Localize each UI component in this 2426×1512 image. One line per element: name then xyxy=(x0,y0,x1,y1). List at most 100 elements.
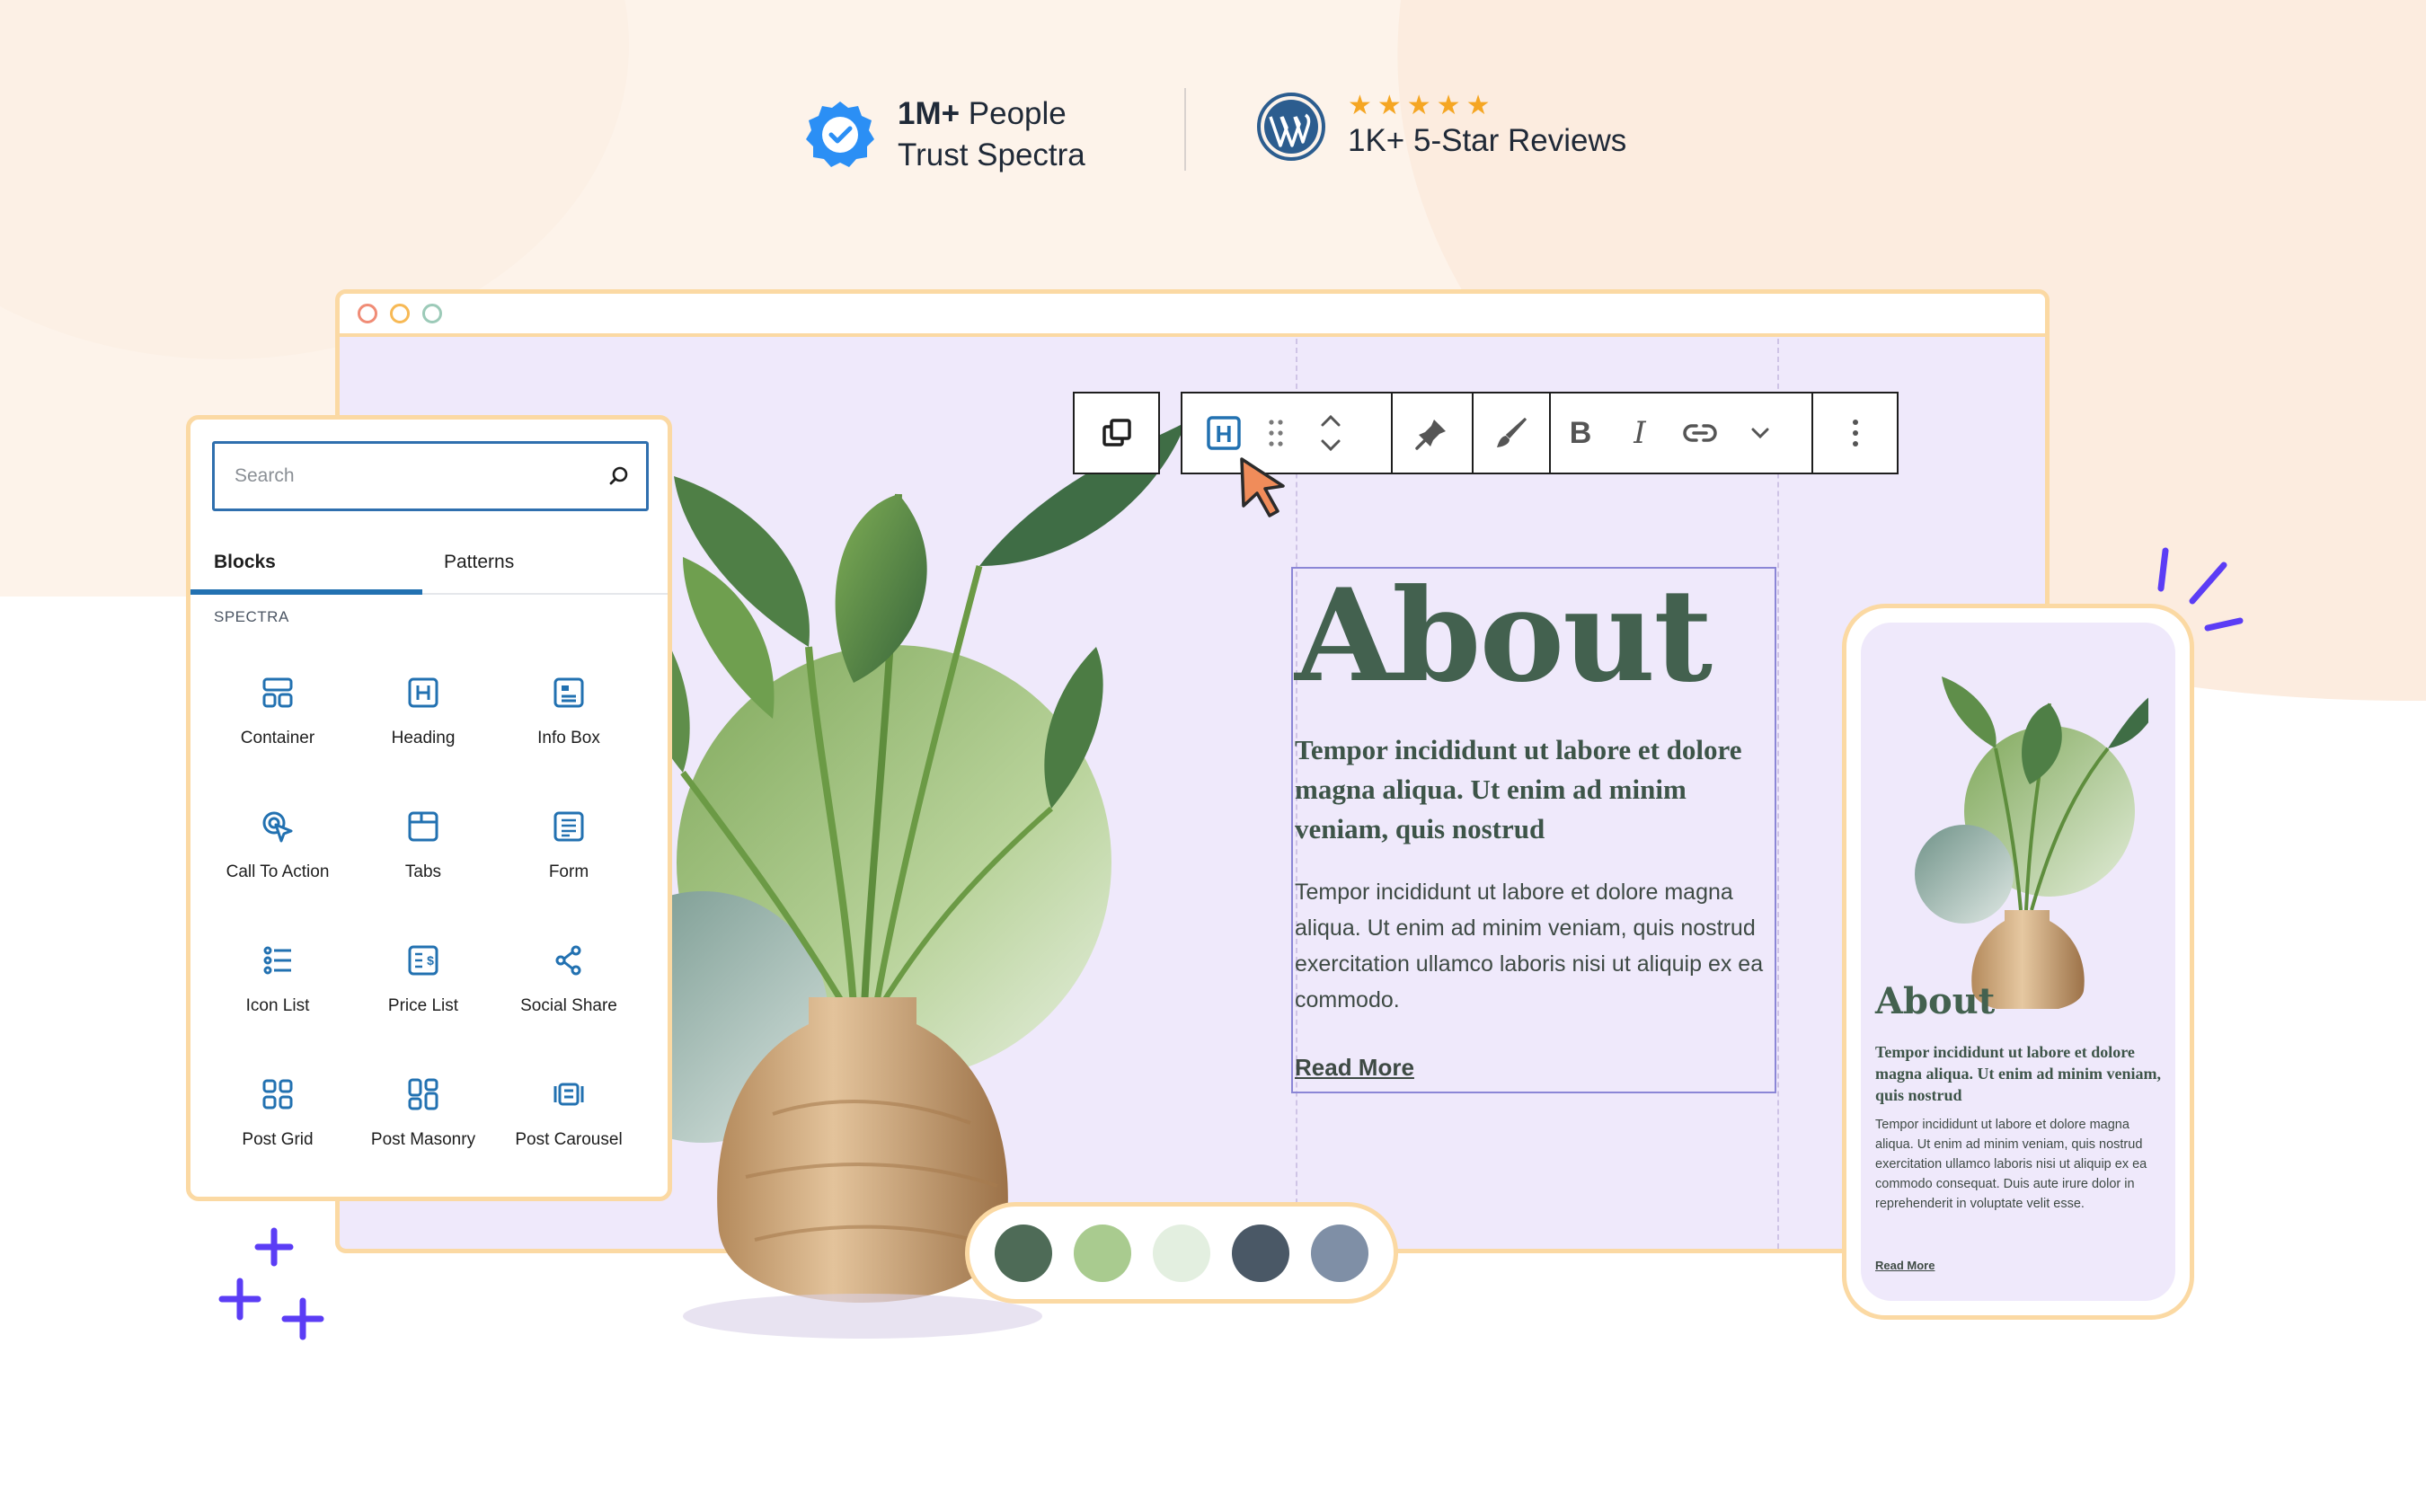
block-item-call-to-action[interactable]: Call To Action xyxy=(205,807,350,893)
bold-button[interactable]: B xyxy=(1551,393,1610,473)
block-item-form[interactable]: Form xyxy=(496,807,642,893)
inserter-tabs: Blocks Patterns xyxy=(190,532,668,595)
post-carousel-icon xyxy=(549,1074,589,1114)
block-item-heading[interactable]: Heading xyxy=(350,673,496,759)
reviews-label: 1K+ 5-Star Reviews xyxy=(1348,123,1627,158)
about-paragraph[interactable]: Tempor incididunt ut labore et dolore ma… xyxy=(1295,874,1773,1018)
block-label: Post Masonry xyxy=(370,1130,476,1149)
heading-block[interactable]: About Tempor incididunt ut labore et dol… xyxy=(1291,567,1776,1093)
window-close-button[interactable] xyxy=(358,304,377,323)
sparkle-lines-icon xyxy=(2157,547,2244,632)
icon-list-icon xyxy=(258,941,297,980)
search-icon[interactable] xyxy=(592,465,646,487)
post-grid-icon xyxy=(258,1074,297,1114)
block-item-icon-list[interactable]: Icon List xyxy=(205,941,350,1027)
reviews: ★★★★★ 1K+ 5-Star Reviews xyxy=(1348,92,1626,162)
block-item-tabs[interactable]: Tabs xyxy=(350,807,496,893)
block-item-info-box[interactable]: Info Box xyxy=(496,673,642,759)
style-brush-button[interactable] xyxy=(1474,393,1549,473)
block-label: Heading xyxy=(391,729,456,747)
bold-icon: B xyxy=(1569,415,1592,450)
window-maximize-button[interactable] xyxy=(422,304,442,323)
more-options-icon xyxy=(1852,420,1858,447)
wordpress-logo-icon xyxy=(1256,92,1326,162)
block-item-price-list[interactable]: $ Price List xyxy=(350,941,496,1027)
info-box-icon xyxy=(549,673,589,712)
search-placeholder: Search xyxy=(235,465,295,486)
duplicate-button[interactable] xyxy=(1073,392,1160,474)
mobile-preview: About Tempor incididunt ut labore et dol… xyxy=(1842,604,2194,1320)
block-label: Price List xyxy=(387,996,459,1015)
drag-handle-icon xyxy=(1269,420,1283,447)
move-up-down-icon xyxy=(1321,414,1341,452)
trust-reviews: ★★★★★ 1K+ 5-Star Reviews xyxy=(1256,92,1626,162)
italic-button[interactable]: I xyxy=(1610,393,1669,473)
mobile-plant-illustration xyxy=(1915,676,2148,1009)
move-up-down-button[interactable] xyxy=(1303,393,1359,473)
color-swatch-3[interactable] xyxy=(1153,1224,1210,1282)
about-heading[interactable]: About xyxy=(1295,569,1773,703)
window-minimize-button[interactable] xyxy=(390,304,410,323)
heading-block-icon: H xyxy=(1207,416,1241,450)
sparkle-plus-icon xyxy=(218,1227,324,1340)
heading-glyph: H xyxy=(1216,420,1233,447)
container-icon xyxy=(258,673,297,712)
block-label: Post Carousel xyxy=(515,1130,623,1149)
mobile-read-more-link[interactable]: Read More xyxy=(1875,1259,1935,1272)
page: 1M+ People Trust Spectra ★★★★★ 1K+ 5-Sta… xyxy=(0,0,2426,1512)
block-label: Social Share xyxy=(520,996,617,1015)
block-label: Info Box xyxy=(537,729,600,747)
people-label: People xyxy=(960,96,1067,131)
block-grid: Container Heading Info Box Call To Actio… xyxy=(205,673,642,1161)
block-label: Icon List xyxy=(245,996,310,1015)
read-more-link[interactable]: Read More xyxy=(1295,1054,1414,1082)
block-search-input[interactable]: Search xyxy=(212,441,649,511)
mobile-screen: About Tempor incididunt ut labore et dol… xyxy=(1861,623,2175,1301)
block-item-post-masonry[interactable]: Post Masonry xyxy=(350,1074,496,1161)
block-label: Container xyxy=(240,729,315,747)
price-list-icon: $ xyxy=(403,941,443,980)
duplicate-icon xyxy=(1102,419,1131,447)
trust-divider xyxy=(1184,88,1186,171)
call-to-action-icon xyxy=(258,807,297,846)
mobile-about-heading: About xyxy=(1875,980,1996,1022)
block-label: Form xyxy=(548,862,589,881)
star-rating: ★★★★★ xyxy=(1348,91,1496,120)
more-formats-button[interactable] xyxy=(1731,393,1790,473)
link-button[interactable] xyxy=(1669,393,1731,473)
block-label: Tabs xyxy=(404,862,442,881)
tabs-icon xyxy=(403,807,443,846)
layout-guide-right xyxy=(1777,339,1779,1249)
color-swatch-1[interactable] xyxy=(995,1224,1052,1282)
pin-icon xyxy=(1415,420,1446,450)
mobile-about-subheading: Tempor incididunt ut labore et dolore ma… xyxy=(1875,1043,2162,1104)
mouse-cursor-icon xyxy=(1240,457,1285,517)
block-item-post-carousel[interactable]: Post Carousel xyxy=(496,1074,642,1161)
block-item-social-share[interactable]: Social Share xyxy=(496,941,642,1027)
about-subheading[interactable]: Tempor incididunt ut labore et dolore ma… xyxy=(1295,730,1773,849)
trust-people: 1M+ People Trust Spectra xyxy=(804,85,1085,184)
more-options-button[interactable] xyxy=(1813,393,1897,473)
block-inserter-panel: Search Blocks Patterns SPECTRA Container… xyxy=(186,415,672,1201)
post-masonry-icon xyxy=(403,1074,443,1114)
color-swatch-2[interactable] xyxy=(1074,1224,1131,1282)
color-swatch-4[interactable] xyxy=(1232,1224,1289,1282)
people-count: 1M+ xyxy=(898,96,961,131)
color-palette xyxy=(965,1202,1398,1304)
trust-spectra-label: Trust Spectra xyxy=(898,137,1085,172)
block-item-container[interactable]: Container xyxy=(205,673,350,759)
pin-button[interactable] xyxy=(1393,393,1472,473)
chevron-down-icon xyxy=(1751,428,1769,439)
color-swatch-5[interactable] xyxy=(1311,1224,1368,1282)
italic-icon: I xyxy=(1634,415,1646,451)
form-icon xyxy=(549,807,589,846)
link-icon xyxy=(1683,424,1717,442)
block-label: Post Grid xyxy=(242,1130,314,1149)
block-label: Call To Action xyxy=(226,862,330,881)
trust-people-text: 1M+ People Trust Spectra xyxy=(898,93,1085,176)
tab-patterns[interactable]: Patterns xyxy=(422,532,654,593)
browser-title-bar xyxy=(340,294,2045,337)
section-label-spectra: SPECTRA xyxy=(214,608,289,625)
block-item-post-grid[interactable]: Post Grid xyxy=(205,1074,350,1161)
tab-blocks[interactable]: Blocks xyxy=(190,532,422,595)
